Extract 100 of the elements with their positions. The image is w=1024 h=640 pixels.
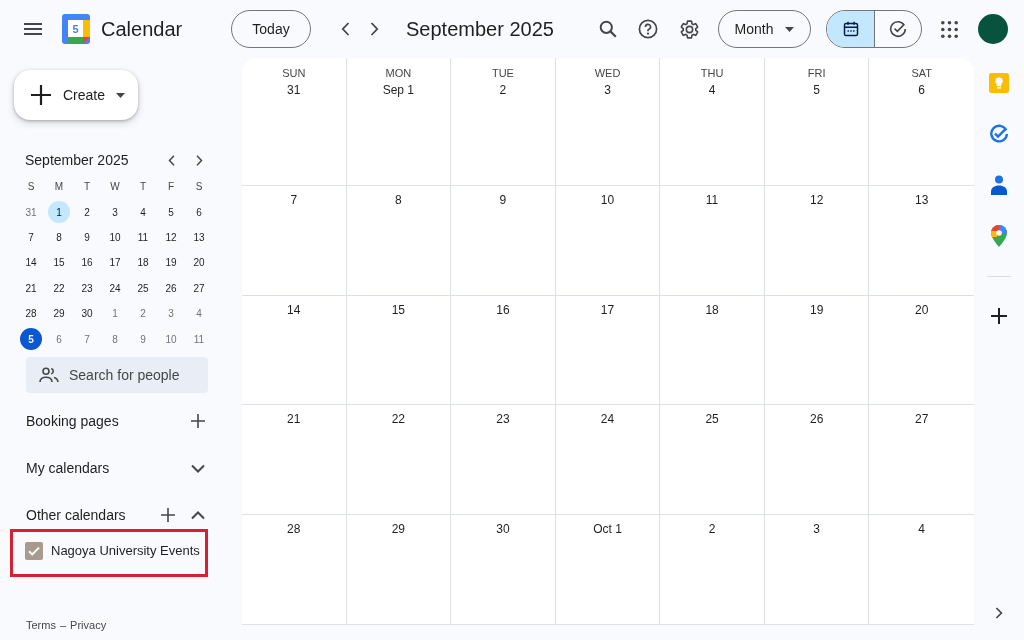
account-avatar[interactable] <box>978 14 1008 44</box>
date-label[interactable]: 4 <box>704 80 720 100</box>
mini-calendar-day[interactable]: 2 <box>132 302 154 325</box>
create-button[interactable]: Create <box>14 70 138 120</box>
mini-calendar-day[interactable]: 15 <box>48 251 70 274</box>
mini-calendar-day[interactable]: 31 <box>20 201 42 224</box>
mini-calendar-day[interactable]: 25 <box>132 277 154 300</box>
date-label[interactable]: 19 <box>805 299 828 320</box>
mini-calendar-day[interactable]: 6 <box>188 201 210 224</box>
mini-calendar-day[interactable]: 3 <box>104 201 126 224</box>
day-cell[interactable]: TUE 2 <box>451 58 556 186</box>
mini-calendar-day[interactable]: 30 <box>76 302 98 325</box>
day-cell[interactable]: 27 <box>869 405 974 516</box>
mini-calendar-day[interactable]: 1 <box>104 302 126 325</box>
footer-link[interactable]: Privacy <box>70 618 107 632</box>
date-label[interactable]: 2 <box>495 80 511 100</box>
mini-calendar-day[interactable]: 10 <box>104 226 126 249</box>
day-cell[interactable]: MON Sep 1 <box>346 58 452 186</box>
day-cell[interactable]: 10 <box>555 185 661 296</box>
day-cell[interactable]: 11 <box>660 185 765 296</box>
date-label[interactable]: 30 <box>492 519 514 540</box>
mini-calendar-day[interactable]: 9 <box>76 226 98 249</box>
mini-calendar-day[interactable]: 18 <box>132 251 154 274</box>
date-label[interactable]: 8 <box>391 189 406 210</box>
calendar-checkbox[interactable] <box>25 541 43 560</box>
day-cell[interactable]: 13 <box>869 185 974 296</box>
day-cell[interactable]: 2 <box>660 515 765 625</box>
date-label[interactable]: 17 <box>596 299 619 320</box>
date-label[interactable]: 7 <box>286 189 302 210</box>
mini-calendar-day[interactable]: 13 <box>188 226 210 249</box>
day-cell[interactable]: 14 <box>242 295 347 406</box>
mini-calendar-day[interactable]: 5 <box>160 201 182 224</box>
date-label[interactable]: 4 <box>914 519 930 540</box>
mini-calendar-day[interactable]: 11 <box>188 328 210 351</box>
mini-calendar-day[interactable]: 7 <box>20 226 42 249</box>
mini-calendar-day[interactable]: 8 <box>48 226 70 249</box>
mini-calendar-day[interactable]: 12 <box>160 226 182 249</box>
date-label[interactable]: 21 <box>283 409 305 430</box>
date-label[interactable]: 2 <box>704 519 720 540</box>
mini-calendar-day[interactable]: 3 <box>160 302 182 325</box>
date-label[interactable]: 25 <box>701 409 723 430</box>
mini-calendar-day[interactable]: 5 <box>20 328 42 351</box>
mini-calendar-day[interactable]: 9 <box>132 328 154 351</box>
date-label[interactable]: 5 <box>809 80 824 100</box>
mini-calendar-day[interactable]: 4 <box>132 201 154 224</box>
day-cell[interactable]: 12 <box>764 185 870 296</box>
mini-calendar-day[interactable]: 17 <box>104 251 126 274</box>
day-cell[interactable]: SAT 6 <box>869 58 974 186</box>
day-cell[interactable]: 24 <box>555 405 661 516</box>
people-search-field[interactable]: Search for people <box>26 356 208 393</box>
date-label[interactable]: 6 <box>914 80 930 100</box>
day-cell[interactable]: FRI 5 <box>764 58 870 186</box>
date-label[interactable]: 26 <box>805 409 828 430</box>
mini-calendar-day[interactable]: 7 <box>76 328 98 351</box>
day-cell[interactable]: 19 <box>764 295 870 406</box>
date-label[interactable]: Sep 1 <box>378 80 419 100</box>
mini-calendar-day[interactable]: 22 <box>48 277 70 300</box>
date-label[interactable]: 16 <box>492 299 514 320</box>
mini-calendar-day[interactable]: 2 <box>76 201 98 224</box>
mini-calendar-day[interactable]: 1 <box>48 201 70 224</box>
day-cell[interactable]: THU 4 <box>660 58 765 186</box>
mini-calendar-day[interactable]: 10 <box>160 328 182 351</box>
date-label[interactable]: 27 <box>911 409 933 430</box>
date-label[interactable]: 3 <box>809 519 824 540</box>
day-cell[interactable]: 29 <box>346 515 452 625</box>
date-label[interactable]: 14 <box>283 299 305 320</box>
date-label[interactable]: 24 <box>596 409 619 430</box>
date-label[interactable]: 10 <box>596 189 619 210</box>
day-cell[interactable]: 16 <box>451 295 556 406</box>
mini-calendar-day[interactable]: 19 <box>160 251 182 274</box>
day-cell[interactable]: 30 <box>451 515 556 625</box>
day-cell[interactable]: 7 <box>242 185 347 296</box>
mini-calendar-day[interactable]: 27 <box>188 277 210 300</box>
mini-calendar-day[interactable]: 21 <box>20 277 42 300</box>
date-label[interactable]: 11 <box>701 189 723 210</box>
day-cell[interactable]: 8 <box>346 185 452 296</box>
day-cell[interactable]: 3 <box>764 515 870 625</box>
mini-calendar-day[interactable]: 11 <box>132 226 154 249</box>
day-cell[interactable]: SUN 31 <box>242 58 347 186</box>
date-label[interactable]: 20 <box>911 299 933 320</box>
mini-calendar-day[interactable]: 8 <box>104 328 126 351</box>
calendar-view-button[interactable] <box>827 11 874 47</box>
day-cell[interactable]: Oct 1 <box>555 515 661 625</box>
date-label[interactable]: 13 <box>911 189 933 210</box>
mini-calendar-day[interactable]: 4 <box>188 302 210 325</box>
day-cell[interactable]: WED 3 <box>555 58 661 186</box>
date-label[interactable]: 29 <box>387 519 410 540</box>
date-label[interactable]: 28 <box>283 519 305 540</box>
day-cell[interactable]: 15 <box>346 295 452 406</box>
date-label[interactable]: 15 <box>387 299 410 320</box>
day-cell[interactable]: 28 <box>242 515 347 625</box>
date-label[interactable]: 9 <box>495 189 511 210</box>
day-cell[interactable]: 20 <box>869 295 974 406</box>
date-label[interactable]: Oct 1 <box>589 519 626 540</box>
mini-calendar-day[interactable]: 28 <box>20 302 42 325</box>
day-cell[interactable]: 23 <box>451 405 556 516</box>
mini-calendar-day[interactable]: 26 <box>160 277 182 300</box>
date-label[interactable]: 18 <box>701 299 723 320</box>
day-cell[interactable]: 26 <box>764 405 870 516</box>
date-label[interactable]: 12 <box>805 189 828 210</box>
